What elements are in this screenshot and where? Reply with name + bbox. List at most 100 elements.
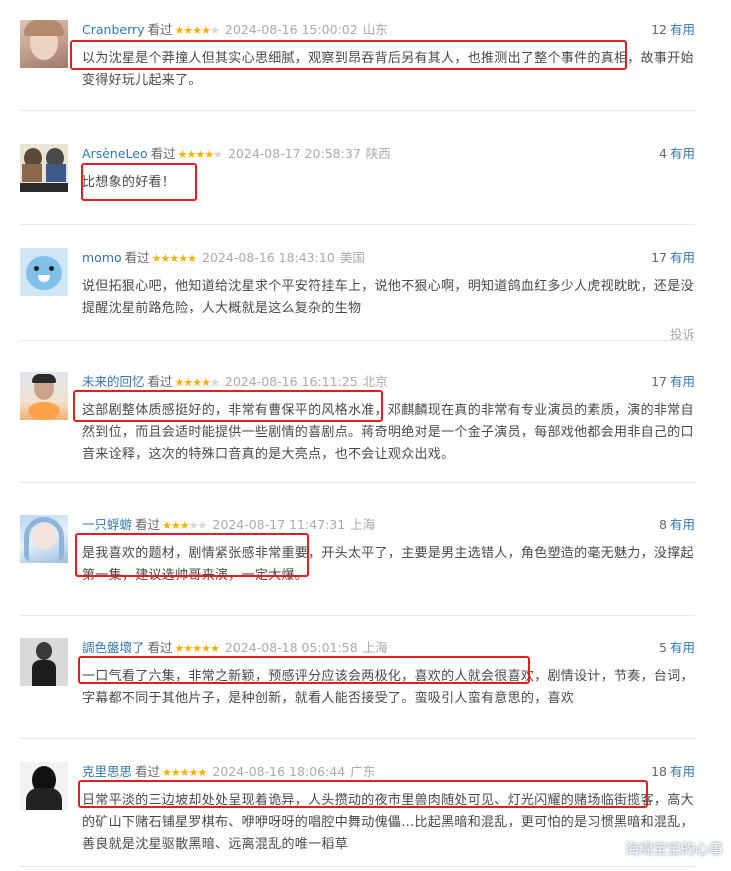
- review-location: 上海: [362, 640, 388, 655]
- highlight-box: [73, 390, 383, 422]
- avatar[interactable]: [20, 515, 68, 563]
- review-meta: 克里思思 看过 ★★★★★ 2024-08-16 18:06:44 广东 18 有用: [82, 762, 695, 782]
- review-time: 2024-08-18 05:01:58: [224, 640, 358, 655]
- vote-count: 12: [651, 22, 667, 37]
- useful-button[interactable]: 有用: [670, 374, 695, 389]
- review-meta: 調色盤壞了 看过 ★★★★★ 2024-08-18 05:01:58 上海 5 有用: [82, 638, 695, 658]
- vote-count: 8: [659, 517, 667, 532]
- star-icon: ★: [162, 519, 172, 532]
- useful-button[interactable]: 有用: [670, 22, 695, 37]
- vote-count: 17: [651, 374, 667, 389]
- username-link[interactable]: momo: [82, 250, 122, 265]
- username-link[interactable]: 一只蜉蝣: [82, 517, 132, 532]
- star-icon: ★: [201, 376, 211, 389]
- review-item: momo 看过 ★★★★★ 2024-08-16 18:43:10 美国 17 有用 说但…: [20, 248, 695, 343]
- review-time: 2024-08-16 18:43:10: [202, 250, 335, 265]
- useful-button[interactable]: 有用: [670, 146, 695, 161]
- star-icon: ★: [170, 519, 181, 532]
- review-meta: Cranberry 看过 ★★★★★ 2024-08-16 15:00:02 山东 12…: [82, 20, 695, 40]
- useful-vote[interactable]: 17 有用: [651, 372, 695, 392]
- star-icon: ★: [183, 642, 193, 655]
- review-time: 2024-08-17 20:58:37: [227, 146, 361, 161]
- star-icon: ★: [192, 376, 202, 389]
- highlight-box: [78, 656, 530, 684]
- highlight-box: [70, 40, 627, 70]
- star-icon: ★: [195, 148, 205, 161]
- username-link[interactable]: 克里思思: [82, 764, 132, 779]
- rating-stars: ★★★★★: [151, 252, 197, 265]
- star-icon: ★: [179, 766, 190, 779]
- highlight-box: [78, 780, 648, 808]
- star-icon: ★: [192, 24, 202, 37]
- star-icon: ★: [187, 252, 197, 265]
- review-text: 说但拓狠心吧，他知道给沈星求个平安符挂车上，说他不狠心啊，明知道鸽血红多少人虎视…: [82, 279, 694, 316]
- star-icon: ★: [201, 24, 211, 37]
- rating-stars: ★★★★★: [162, 766, 207, 779]
- review-item: 調色盤壞了 看过 ★★★★★ 2024-08-18 05:01:58 上海 5 有用 一口…: [20, 638, 695, 739]
- watched-label: 看过: [147, 374, 173, 389]
- watched-label: 看过: [150, 146, 176, 161]
- watched-label: 看过: [147, 640, 173, 655]
- username-link[interactable]: Cranberry: [82, 22, 145, 37]
- star-icon: ★: [178, 252, 188, 265]
- review-time: 2024-08-16 15:00:02: [224, 22, 358, 37]
- vote-count: 18: [651, 764, 667, 779]
- avatar[interactable]: [20, 372, 68, 420]
- star-icon: ★: [201, 642, 211, 655]
- rating-stars: ★★★★★: [162, 519, 207, 532]
- star-icon: ★: [169, 252, 179, 265]
- highlight-box: [75, 533, 309, 577]
- username-link[interactable]: 未来的回忆: [82, 374, 145, 389]
- review-time: 2024-08-16 16:11:25: [224, 374, 358, 389]
- vote-count: 4: [659, 146, 667, 161]
- watched-label: 看过: [135, 517, 161, 532]
- useful-button[interactable]: 有用: [670, 640, 695, 655]
- username-link[interactable]: 調色盤壞了: [82, 640, 145, 655]
- useful-vote[interactable]: 5 有用: [659, 638, 695, 658]
- rating-stars: ★★★★★: [175, 642, 220, 655]
- vote-count: 5: [659, 640, 667, 655]
- review-item: 克里思思 看过 ★★★★★ 2024-08-16 18:06:44 广东 18 有用 日常…: [20, 762, 695, 867]
- useful-button[interactable]: 有用: [670, 764, 695, 779]
- watched-label: 看过: [147, 22, 173, 37]
- rating-stars: ★★★★★: [175, 24, 220, 37]
- star-icon: ★: [213, 148, 223, 161]
- star-icon: ★: [162, 766, 172, 779]
- avatar[interactable]: [20, 20, 68, 68]
- review-location: 上海: [350, 517, 376, 532]
- review-item: 未来的回忆 看过 ★★★★★ 2024-08-16 16:11:25 北京 17 有用 这…: [20, 372, 695, 483]
- report-link[interactable]: 投诉: [670, 324, 695, 343]
- review-meta: 未来的回忆 看过 ★★★★★ 2024-08-16 16:11:25 北京 17 有用: [82, 372, 695, 392]
- useful-vote[interactable]: 12 有用: [651, 20, 695, 40]
- star-icon: ★: [179, 519, 190, 532]
- review-location: 广东: [350, 764, 376, 779]
- username-link[interactable]: ArsèneLeo: [82, 146, 148, 161]
- review-meta: momo 看过 ★★★★★ 2024-08-16 18:43:10 美国 17 有用: [82, 248, 695, 268]
- rating-stars: ★★★★★: [178, 148, 223, 161]
- highlight-box: [81, 163, 197, 201]
- watched-label: 看过: [124, 250, 150, 265]
- avatar[interactable]: [20, 638, 68, 686]
- useful-button[interactable]: 有用: [670, 517, 695, 532]
- star-icon: ★: [151, 252, 162, 265]
- star-icon: ★: [183, 376, 193, 389]
- avatar[interactable]: [20, 144, 68, 192]
- useful-vote[interactable]: 8 有用: [659, 515, 695, 535]
- avatar[interactable]: [20, 248, 68, 296]
- useful-vote[interactable]: 17 有用: [651, 248, 695, 268]
- review-time: 2024-08-16 18:06:44: [212, 764, 346, 779]
- review-location: 陕西: [365, 146, 391, 161]
- review-location: 美国: [339, 250, 365, 265]
- star-icon: ★: [188, 766, 199, 779]
- star-icon: ★: [210, 24, 220, 37]
- review-location: 北京: [362, 374, 388, 389]
- star-icon: ★: [210, 642, 220, 655]
- avatar[interactable]: [20, 762, 68, 810]
- useful-button[interactable]: 有用: [670, 250, 695, 265]
- useful-vote[interactable]: 4 有用: [659, 144, 695, 164]
- review-content: 克里思思 看过 ★★★★★ 2024-08-16 18:06:44 广东 18 有用 日常…: [82, 762, 695, 856]
- review-meta: ArsèneLeo 看过 ★★★★★ 2024-08-17 20:58:37 陕西 4有…: [82, 144, 695, 164]
- review-location: 山东: [362, 22, 388, 37]
- useful-vote[interactable]: 18 有用: [651, 762, 695, 782]
- review-time: 2024-08-17 11:47:31: [212, 517, 346, 532]
